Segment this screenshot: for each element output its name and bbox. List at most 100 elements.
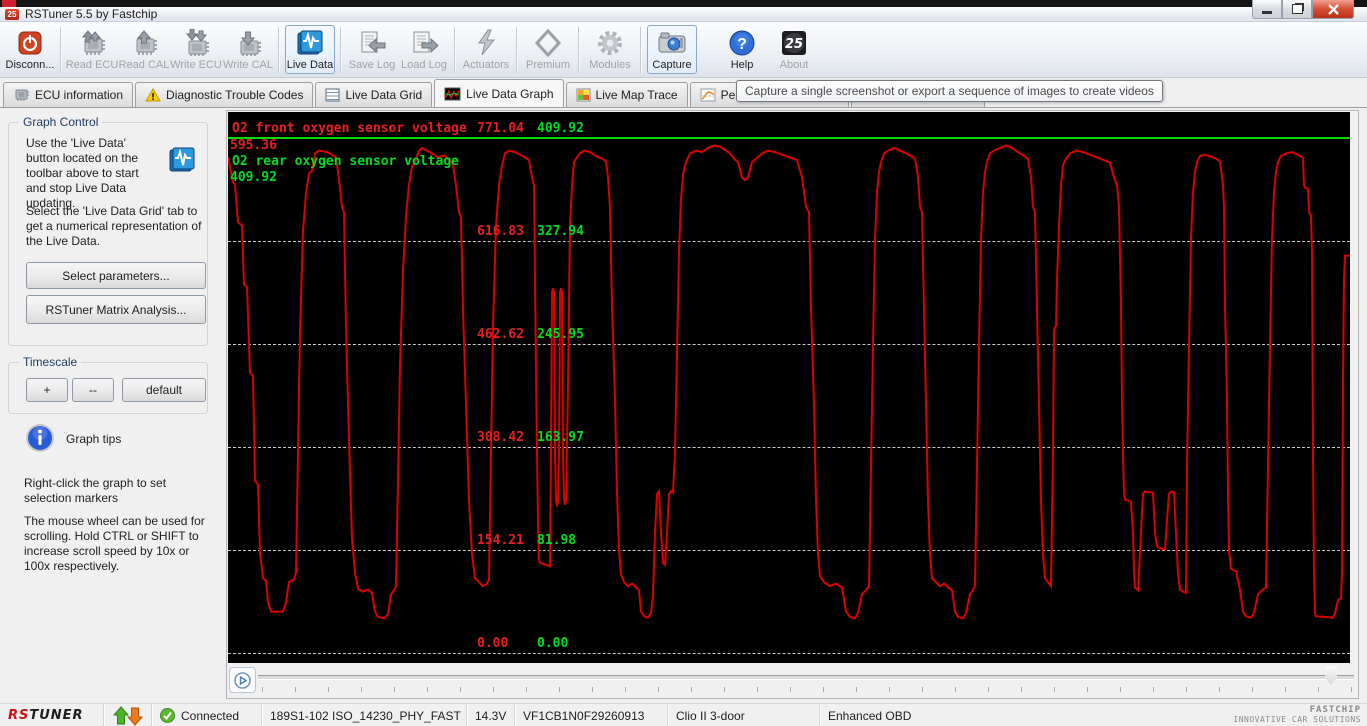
app-icon: 25 bbox=[5, 8, 19, 20]
restore-button[interactable] bbox=[1282, 0, 1312, 19]
lightning-icon bbox=[473, 28, 499, 58]
window-title: RSTuner 5.5 by Fastchip bbox=[25, 7, 158, 21]
timeline-slider-ticks bbox=[262, 687, 1354, 692]
read-cal-button[interactable]: Read CAL bbox=[119, 25, 169, 74]
red-axis-tick: 462.62 bbox=[477, 327, 524, 342]
capture-tooltip: Capture a single screenshot or export a … bbox=[736, 80, 1163, 102]
restore-icon bbox=[1291, 4, 1303, 14]
toolbar-separator bbox=[454, 27, 456, 73]
button-label: -- bbox=[89, 383, 97, 397]
toolbar-separator bbox=[60, 27, 62, 73]
svg-text:?: ? bbox=[737, 36, 747, 53]
footer-logo-line1: FASTCHIP bbox=[1309, 705, 1361, 715]
select-parameters-button[interactable]: Select parameters... bbox=[26, 262, 206, 289]
minimize-button[interactable] bbox=[1252, 0, 1282, 19]
ecu-protocol: 189S1-102 ISO_14230_PHY_FAST bbox=[262, 704, 467, 726]
toolbar-label: About bbox=[779, 59, 809, 71]
tab-ecu-information[interactable]: ECU information bbox=[3, 82, 134, 107]
waveform-svg bbox=[228, 137, 1350, 620]
green-axis-tick: 81.98 bbox=[537, 533, 577, 548]
toolbar-label: Disconn... bbox=[5, 59, 55, 71]
red-axis-tick: 0.00 bbox=[477, 636, 509, 651]
background-logo bbox=[2, 0, 16, 7]
about-button[interactable]: 25 About bbox=[769, 25, 819, 74]
toolbar-label: Live Data bbox=[286, 59, 334, 71]
toolbar-label: Capture bbox=[652, 59, 692, 71]
title-bar[interactable]: 25 RSTuner 5.5 by Fastchip bbox=[0, 7, 1367, 22]
red-axis-tick: 308.42 bbox=[477, 430, 524, 445]
write-cal-button[interactable]: Write CAL bbox=[223, 25, 273, 74]
grid-icon bbox=[325, 88, 340, 102]
live-data-button[interactable]: Live Data bbox=[285, 25, 335, 74]
gear-icon bbox=[596, 28, 624, 58]
tab-label: Live Map Trace bbox=[595, 88, 678, 102]
premium-button[interactable]: Premium bbox=[523, 25, 573, 74]
close-icon bbox=[1327, 3, 1339, 15]
live-data-graph-plot[interactable]: O2 front oxygen sensor voltage 595.36 O2… bbox=[228, 112, 1350, 663]
button-label: Select parameters... bbox=[62, 268, 170, 283]
graph-control-paragraph-1: Use the 'Live Data' button located on th… bbox=[26, 136, 139, 210]
write-ecu-button[interactable]: Write ECU bbox=[170, 25, 222, 74]
capture-button[interactable]: Capture bbox=[647, 25, 697, 74]
close-button[interactable] bbox=[1312, 0, 1354, 19]
brand-rs: RS bbox=[8, 708, 30, 723]
info-icon bbox=[25, 423, 55, 456]
rstuner-window: 25 RSTuner 5.5 by Fastchip Disconn... Re… bbox=[0, 0, 1367, 726]
connection-status: Connected bbox=[152, 704, 262, 726]
toolbar-label: Actuators bbox=[462, 59, 510, 71]
waveform-icon bbox=[296, 28, 324, 58]
map-trace-icon bbox=[576, 88, 591, 102]
read-ecu-button[interactable]: Read ECU bbox=[65, 25, 119, 74]
toolbar-label: Read ECU bbox=[65, 59, 119, 71]
doc-save-icon bbox=[357, 28, 387, 58]
timescale-zoom-out-button[interactable]: -- bbox=[72, 378, 114, 402]
timescale-zoom-in-button[interactable]: + bbox=[26, 378, 68, 402]
battery-voltage: 14.3V bbox=[467, 704, 515, 726]
tab-diagnostic-trouble-codes[interactable]: Diagnostic Trouble Codes bbox=[135, 82, 314, 107]
autoscroll-button[interactable] bbox=[229, 667, 256, 693]
save-log-button[interactable]: Save Log bbox=[347, 25, 397, 74]
green-axis-tick: 163.97 bbox=[537, 430, 584, 445]
red-axis-tick: 771.04 bbox=[477, 121, 524, 136]
tab-live-data-grid[interactable]: Live Data Grid bbox=[315, 82, 433, 107]
red-axis-tick: 154.21 bbox=[477, 533, 524, 548]
toolbar-separator bbox=[516, 27, 518, 73]
tab-label: Live Data Grid bbox=[345, 88, 423, 102]
traffic-indicator bbox=[104, 704, 152, 726]
graph-icon bbox=[444, 87, 461, 100]
toolbar-label: Write ECU bbox=[170, 59, 222, 71]
tab-label: ECU information bbox=[35, 88, 124, 102]
button-label: + bbox=[43, 383, 51, 397]
toolbar-label: Help bbox=[730, 59, 754, 71]
fastchip-footer-logo: FASTCHIP INNOVATIVE CAR SOLUTIONS bbox=[1233, 705, 1361, 725]
modules-button[interactable]: Modules bbox=[585, 25, 635, 74]
toolbar-label: Premium bbox=[525, 59, 570, 71]
toolbar-separator bbox=[278, 27, 280, 73]
footer-logo-line2: INNOVATIVE CAR SOLUTIONS bbox=[1233, 715, 1361, 724]
toolbar-separator bbox=[340, 27, 342, 73]
load-log-button[interactable]: Load Log bbox=[399, 25, 449, 74]
toolbar-label: Modules bbox=[589, 59, 631, 71]
tab-live-map-trace[interactable]: Live Map Trace bbox=[565, 82, 688, 107]
chip-read-icon bbox=[129, 28, 159, 58]
timescale-default-button[interactable]: default bbox=[122, 378, 206, 402]
play-icon bbox=[234, 671, 251, 689]
actuators-button[interactable]: Actuators bbox=[461, 25, 511, 74]
question-icon: ? bbox=[728, 28, 756, 58]
content-divider bbox=[0, 107, 1367, 108]
tab-label: Diagnostic Trouble Codes bbox=[166, 88, 304, 102]
group-title: Timescale bbox=[19, 355, 82, 369]
button-label: default bbox=[145, 383, 183, 397]
graph-tip-2: The mouse wheel can be used for scrollin… bbox=[24, 514, 205, 573]
green-axis-tick: 245.95 bbox=[537, 327, 584, 342]
timeline-slider-track[interactable] bbox=[258, 675, 1354, 680]
matrix-analysis-button[interactable]: RSTuner Matrix Analysis... bbox=[26, 295, 206, 324]
green-axis-tick: 409.92 bbox=[537, 121, 584, 136]
tab-live-data-graph[interactable]: Live Data Graph bbox=[434, 79, 564, 107]
green-axis-tick: 327.94 bbox=[537, 224, 584, 239]
red-axis-tick: 616.83 bbox=[477, 224, 524, 239]
tab-label: Live Data Graph bbox=[466, 86, 554, 101]
graph-tips-title: Graph tips bbox=[66, 432, 122, 446]
disconnect-button[interactable]: Disconn... bbox=[5, 25, 55, 74]
help-button[interactable]: ? Help bbox=[717, 25, 767, 74]
